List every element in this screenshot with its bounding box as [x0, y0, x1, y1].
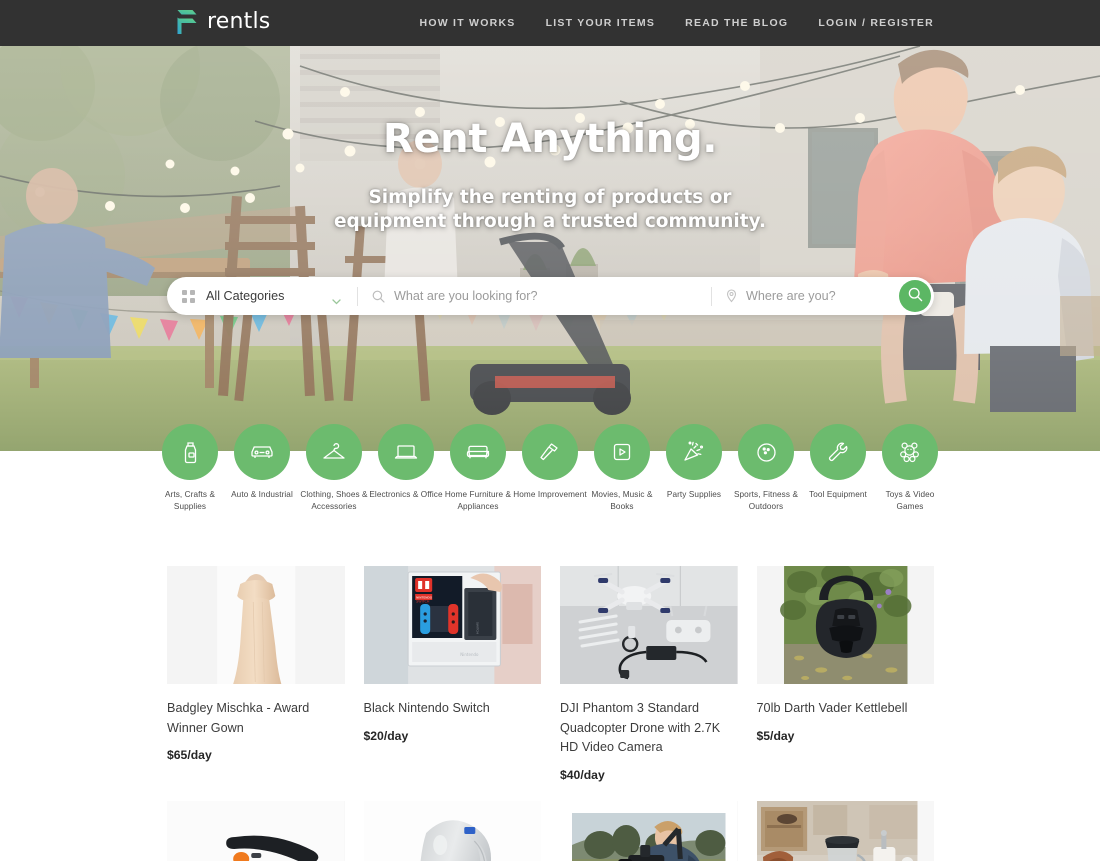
- product-price: $20/day: [363, 728, 409, 743]
- hero-title: Rent Anything.: [382, 116, 718, 162]
- product-card[interactable]: Badgley Mischka - Award Winner Gown $65/…: [167, 566, 345, 782]
- product-card[interactable]: [756, 800, 934, 861]
- product-image[interactable]: [756, 566, 934, 684]
- teddy-bear-icon: [882, 424, 938, 480]
- product-card[interactable]: [560, 800, 738, 861]
- category-auto-industrial[interactable]: Auto & Industrial: [226, 424, 298, 524]
- search-submit-button[interactable]: [899, 280, 931, 312]
- category-label: Arts, Crafts & Supplies: [164, 490, 216, 511]
- product-card[interactable]: 70lb Darth Vader Kettlebell $5/day: [756, 566, 934, 782]
- product-image[interactable]: [560, 800, 738, 861]
- svg-text:Nintendo: Nintendo: [460, 652, 479, 657]
- search-icon: [908, 287, 923, 305]
- product-card[interactable]: [363, 800, 541, 861]
- product-price: $5/day: [756, 728, 795, 743]
- category-toys-video-games[interactable]: Toys & Video Games: [874, 424, 946, 524]
- product-image[interactable]: [560, 566, 738, 684]
- nav-how-it-works[interactable]: HOW IT WORKS: [419, 17, 515, 29]
- hammer-icon: [522, 424, 578, 480]
- category-arts-crafts-supplies[interactable]: Arts, Crafts & Supplies: [154, 424, 226, 524]
- category-tool-equipment[interactable]: Tool Equipment: [802, 424, 874, 524]
- category-sports-fitness-outdoors[interactable]: Sports, Fitness & Outdoors: [730, 424, 802, 524]
- product-title: Badgley Mischka - Award Winner Gown: [167, 701, 310, 735]
- sofa-icon: [450, 424, 506, 480]
- car-icon: [234, 424, 290, 480]
- category-label: Party Supplies: [666, 490, 722, 499]
- hanger-icon: [306, 424, 362, 480]
- category-movies-music-books[interactable]: Movies, Music & Books: [586, 424, 658, 524]
- page-root: rentls HOW IT WORKS LIST YOUR ITEMS READ…: [0, 0, 1100, 861]
- logo[interactable]: rentls: [176, 9, 270, 35]
- bowling-ball-icon: [738, 424, 794, 480]
- glue-bottle-icon: [162, 424, 218, 480]
- product-image[interactable]: [363, 800, 541, 861]
- product-title: DJI Phantom 3 Standard Quadcopter Drone …: [560, 701, 721, 755]
- main-nav: HOW IT WORKS LIST YOUR ITEMS READ THE BL…: [419, 0, 934, 46]
- svg-text:SWITCH: SWITCH: [475, 622, 479, 634]
- map-pin-icon: [726, 289, 737, 303]
- hero-banner: Rent Anything. Simplify the renting of p…: [0, 46, 1100, 451]
- category-label: Sports, Fitness & Outdoors: [733, 490, 799, 511]
- product-card[interactable]: [167, 800, 345, 861]
- query-field-wrap: [358, 277, 711, 315]
- party-popper-icon: [666, 424, 722, 480]
- category-value: All Categories: [206, 289, 285, 303]
- search-input[interactable]: [394, 289, 711, 303]
- product-grid: Badgley Mischka - Award Winner Gown $65/…: [167, 566, 934, 861]
- category-select[interactable]: All Categories: [167, 277, 357, 315]
- category-label: Home Improvement: [513, 490, 587, 499]
- category-home-improvement[interactable]: Home Improvement: [513, 424, 587, 524]
- laptop-icon: [378, 424, 434, 480]
- product-card[interactable]: DJI Phantom 3 Standard Quadcopter Drone …: [560, 566, 738, 782]
- category-label: Auto & Industrial: [231, 490, 293, 499]
- product-image[interactable]: NINTENDO SWITCH SWITCH Nintendo: [363, 566, 541, 684]
- category-label: Home Furniture & Appliances: [444, 490, 512, 511]
- product-image[interactable]: [167, 566, 345, 684]
- product-price: $65/day: [167, 748, 212, 763]
- product-image[interactable]: [167, 800, 345, 861]
- nav-list-your-items[interactable]: LIST YOUR ITEMS: [546, 17, 656, 29]
- grid-icon: [182, 289, 195, 303]
- product-price: $40/day: [560, 767, 605, 782]
- category-label: Movies, Music & Books: [591, 490, 653, 511]
- product-title: Black Nintendo Switch: [363, 701, 490, 715]
- wrench-icon: [810, 424, 866, 480]
- nav-login-register[interactable]: LOGIN / REGISTER: [818, 17, 934, 29]
- nav-read-the-blog[interactable]: READ THE BLOG: [685, 17, 788, 29]
- svg-text:SWITCH: SWITCH: [416, 599, 430, 603]
- search-bar: All Categories: [167, 277, 934, 315]
- hero-subtitle: Simplify the renting of products or equi…: [334, 187, 766, 233]
- product-title: 70lb Darth Vader Kettlebell: [756, 701, 908, 715]
- rentls-r-mark-icon: [176, 9, 198, 35]
- product-image[interactable]: [756, 800, 934, 861]
- category-home-furniture-appliances[interactable]: Home Furniture & Appliances: [442, 424, 514, 524]
- play-box-icon: [594, 424, 650, 480]
- brand-name: rentls: [207, 9, 271, 34]
- chevron-down-icon: [332, 292, 341, 310]
- category-label: Electronics & Office: [369, 490, 443, 499]
- category-clothing-shoes-accessories[interactable]: Clothing, Shoes & Accessories: [298, 424, 370, 524]
- category-electronics-office[interactable]: Electronics & Office: [369, 424, 443, 524]
- category-label: Toys & Video Games: [885, 490, 935, 511]
- category-party-supplies[interactable]: Party Supplies: [658, 424, 730, 524]
- search-icon: [372, 290, 385, 303]
- category-strip: Arts, Crafts & Supplies Auto & Industria…: [0, 424, 1100, 524]
- site-header: rentls HOW IT WORKS LIST YOUR ITEMS READ…: [0, 0, 1100, 46]
- category-label: Clothing, Shoes & Accessories: [300, 490, 368, 511]
- product-card[interactable]: NINTENDO SWITCH SWITCH Nintendo Black Ni…: [363, 566, 541, 782]
- category-label: Tool Equipment: [809, 490, 867, 499]
